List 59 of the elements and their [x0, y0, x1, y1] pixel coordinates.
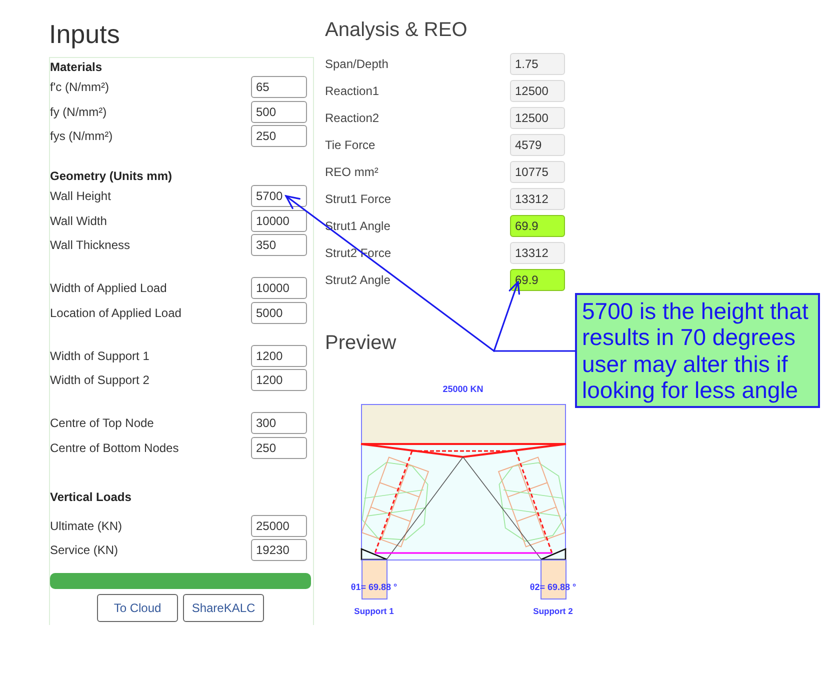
input-field[interactable]: 1200	[251, 369, 307, 392]
section-heading: Vertical Loads	[50, 488, 132, 504]
result-field: 13312	[510, 188, 565, 210]
field-label: Width of Applied Load	[50, 281, 167, 296]
field-label: Wall Height	[50, 189, 111, 204]
field-label: Width of Support 1	[50, 348, 150, 363]
input-field[interactable]: 300	[251, 412, 307, 434]
result-label: Span/Depth	[325, 57, 388, 71]
result-field: 1.75	[510, 53, 565, 75]
input-field[interactable]: 1200	[251, 344, 307, 367]
result-field: 12500	[510, 107, 565, 129]
result-field: 10775	[510, 161, 565, 183]
result-field: 4579	[510, 134, 565, 156]
field-label: Wall Thickness	[50, 238, 130, 252]
result-label: Reaction1	[325, 84, 380, 98]
input-field[interactable]: 250	[251, 125, 307, 148]
input-field[interactable]: 10000	[251, 277, 307, 300]
result-field: 12500	[510, 80, 565, 102]
result-field: 69.9	[510, 215, 565, 237]
result-label: Tie Force	[325, 138, 376, 152]
input-field[interactable]: 5000	[251, 302, 307, 324]
action-button[interactable]: To Cloud	[97, 594, 178, 622]
support-label: Support 2	[533, 606, 573, 616]
section-title: Analysis & REO	[325, 18, 468, 42]
input-field[interactable]: 350	[251, 234, 307, 256]
result-field: 13312	[510, 242, 565, 264]
action-button[interactable]: ShareKALC	[183, 594, 264, 622]
result-label: REO mm²	[325, 165, 378, 179]
section-heading: Geometry (Units mm)	[50, 168, 172, 184]
bottom-node	[360, 548, 388, 560]
input-field[interactable]: 10000	[251, 210, 307, 232]
input-field[interactable]: 25000	[251, 514, 307, 536]
section-title: Preview	[325, 331, 396, 355]
load-label: 25000 KN	[442, 384, 484, 394]
callout-note: 5700 is the height that results in 70 degrees user may alter this if looking for less angle	[575, 293, 820, 408]
field-label: fy (N/mm²)	[50, 104, 107, 119]
input-field[interactable]: 500	[251, 100, 307, 123]
field-label: Service (KN)	[50, 543, 118, 557]
field-label: Centre of Bottom Nodes	[50, 440, 179, 455]
input-field[interactable]: 5700	[251, 185, 307, 208]
field-label: Centre of Top Node	[50, 416, 154, 430]
field-label: Ultimate (KN)	[50, 518, 122, 532]
input-field[interactable]: 19230	[251, 539, 307, 561]
panel-title: Inputs	[49, 20, 120, 48]
result-label: Reaction2	[325, 111, 380, 125]
field-label: Location of Applied Load	[50, 306, 182, 320]
bottom-node	[540, 548, 566, 560]
support-label: Support 1	[354, 606, 394, 616]
field-label: Width of Support 2	[50, 373, 150, 388]
result-label: Strut2 Angle	[325, 273, 390, 287]
result-label: Strut1 Angle	[325, 219, 390, 233]
input-field[interactable]: 250	[251, 436, 307, 459]
input-field[interactable]: 65	[251, 76, 307, 98]
field-label: Wall Width	[50, 214, 107, 228]
field-label: fys (N/mm²)	[50, 129, 113, 144]
result-label: Strut1 Force	[325, 192, 392, 206]
result-field: 69.9	[510, 269, 565, 291]
section-heading: Materials	[50, 59, 102, 75]
field-label: f'c (N/mm²)	[50, 80, 109, 94]
